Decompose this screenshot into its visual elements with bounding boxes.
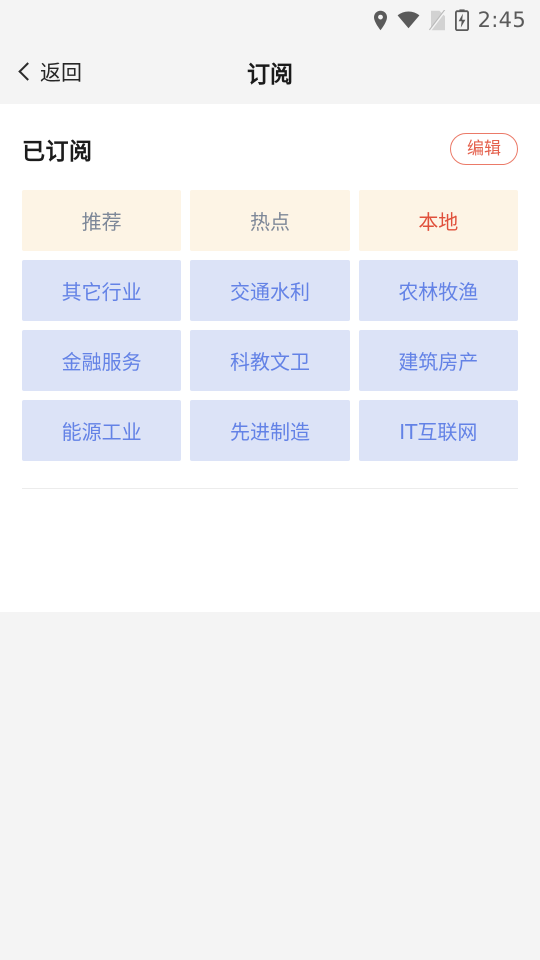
section-header: 已订阅 编辑	[0, 104, 540, 166]
section-title: 已订阅	[22, 139, 93, 165]
tile-row: 能源工业 先进制造 IT互联网	[22, 400, 518, 461]
sim-card-off-icon	[428, 9, 446, 31]
wifi-icon	[397, 11, 420, 29]
tile-financial-services[interactable]: 金融服务	[22, 330, 182, 391]
location-pin-icon	[373, 10, 388, 31]
status-icons	[373, 9, 469, 31]
status-bar: 2:45	[0, 0, 540, 40]
tile-energy-industry[interactable]: 能源工业	[22, 400, 182, 461]
tile-it-internet[interactable]: IT互联网	[358, 400, 518, 461]
tile-row: 金融服务 科教文卫 建筑房产	[22, 330, 518, 391]
tile-science-education[interactable]: 科教文卫	[190, 330, 350, 391]
subscription-card: 已订阅 编辑 推荐 热点 本地 其它行业 交通水利 农林牧渔 金融服务 科教文卫…	[0, 104, 540, 612]
chevron-left-icon	[18, 61, 31, 83]
tile-row: 其它行业 交通水利 农林牧渔	[22, 260, 518, 321]
page-root: 2:45 返回 订阅 已订阅 编辑 推荐 热点 本地 其它行业 交通水利 农林牧…	[0, 0, 540, 960]
edit-button[interactable]: 编辑	[450, 133, 518, 165]
back-button-label: 返回	[40, 61, 82, 85]
tile-local[interactable]: 本地	[358, 190, 518, 251]
subscribed-tile-grid: 推荐 热点 本地 其它行业 交通水利 农林牧渔 金融服务 科教文卫 建筑房产 能…	[0, 166, 540, 461]
battery-charging-icon	[454, 9, 469, 31]
tile-transport-water[interactable]: 交通水利	[190, 260, 350, 321]
back-button[interactable]: 返回	[0, 57, 82, 87]
card-filler	[0, 489, 540, 585]
tile-agriculture[interactable]: 农林牧渔	[358, 260, 518, 321]
tile-recommended[interactable]: 推荐	[22, 190, 182, 251]
tile-other-industries[interactable]: 其它行业	[22, 260, 182, 321]
status-bar-time: 2:45	[477, 7, 526, 32]
tile-hot[interactable]: 热点	[190, 190, 350, 251]
page-background-bottom	[0, 612, 540, 960]
tile-advanced-manufacturing[interactable]: 先进制造	[190, 400, 350, 461]
tile-construction-realestate[interactable]: 建筑房产	[358, 330, 518, 391]
tile-row: 推荐 热点 本地	[22, 190, 518, 251]
nav-bar: 返回 订阅	[0, 40, 540, 104]
